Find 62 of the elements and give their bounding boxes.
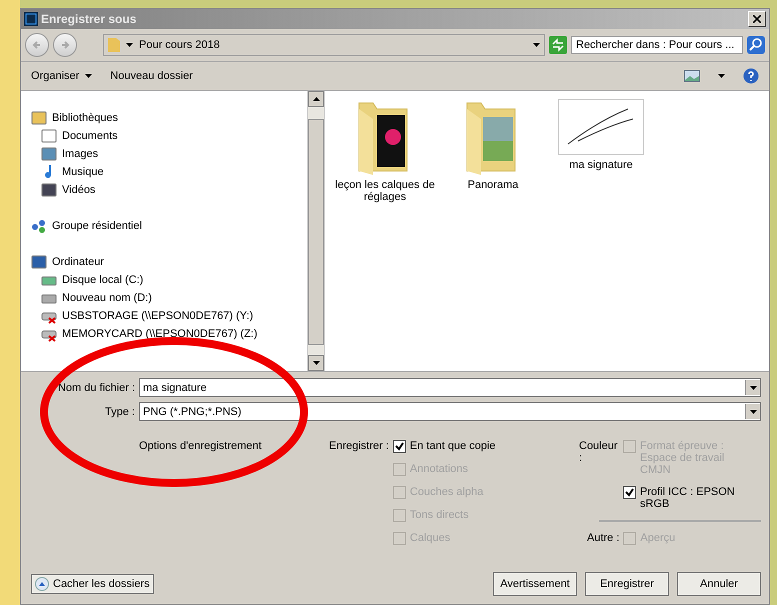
caret-icon <box>126 43 133 47</box>
up-arrow-icon <box>312 97 320 101</box>
picture-icon <box>41 146 57 162</box>
close-button[interactable] <box>748 11 766 27</box>
sidebar-item[interactable]: USBSTORAGE (\\EPSON0DE767) (Y:) <box>31 307 307 325</box>
dialog-button[interactable]: Enregistrer <box>585 572 669 596</box>
network-icon <box>31 218 47 234</box>
library-icon <box>31 110 47 126</box>
close-icon <box>753 15 761 23</box>
right-arrow-icon <box>60 40 70 50</box>
sidebar-item[interactable]: Nouveau nom (D:) <box>31 289 307 307</box>
view-icon[interactable] <box>684 70 700 82</box>
checkbox-label: Profil ICC : EPSON sRGB <box>640 486 736 510</box>
field-label: Nom du fichier : <box>56 382 135 394</box>
file-item[interactable]: Panorama <box>443 99 543 191</box>
refresh-icon[interactable] <box>549 36 567 54</box>
sidebar-item[interactable]: MEMORYCARD (\\EPSON0DE767) (Z:) <box>31 325 307 343</box>
file-item[interactable]: ma signature <box>551 99 651 171</box>
dropdown-icon <box>718 74 725 78</box>
type-dropdown[interactable]: PNG (*.PNG;*.PNS) <box>139 402 761 421</box>
field-label: Type : <box>104 406 135 418</box>
section-title: Options d'enregistrement <box>138 440 263 454</box>
sidebar-item[interactable]: Bibliothèques <box>31 109 307 127</box>
sidebar-item[interactable]: Groupe résidentiel <box>31 217 307 235</box>
dialog-button[interactable]: Annuler <box>677 572 761 596</box>
forward-button[interactable] <box>53 33 77 57</box>
sidebar-item[interactable]: Disque local (C:) <box>31 271 307 289</box>
group-label: Couleur : <box>579 440 619 464</box>
back-button[interactable] <box>25 33 49 57</box>
folder-icon <box>108 38 120 52</box>
sidebar-item[interactable]: Musique <box>31 163 307 181</box>
filename-field[interactable]: ma signature <box>139 378 761 397</box>
computer-icon <box>31 254 47 270</box>
search-icon[interactable] <box>747 36 765 54</box>
sidebar-item[interactable]: Images <box>31 145 307 163</box>
caret-icon <box>750 410 756 414</box>
caret-icon <box>533 43 540 47</box>
toolbar-button[interactable]: Nouveau dossier <box>110 70 193 82</box>
hide-folders-button[interactable]: Cacher les dossiers <box>31 574 154 594</box>
down-arrow-icon <box>312 361 320 365</box>
caret-icon <box>750 386 756 390</box>
address-field[interactable]: Pour cours 2018 <box>103 34 545 56</box>
checkbox[interactable] <box>392 440 406 453</box>
group-label: Enregistrer : <box>329 440 389 452</box>
window-title: Enregistrer sous <box>41 12 138 26</box>
film-icon <box>41 182 57 198</box>
document-icon <box>41 128 57 144</box>
help-icon[interactable] <box>743 68 759 84</box>
scrollbar[interactable] <box>307 91 324 371</box>
search-field[interactable]: Rechercher dans : Pour cours ... <box>571 36 743 54</box>
caret-icon <box>85 74 92 78</box>
file-item[interactable]: leçon les calques de réglages <box>335 99 435 203</box>
group-label: Autre : <box>587 532 620 544</box>
left-arrow-icon <box>32 40 42 50</box>
checkbox[interactable] <box>623 486 636 499</box>
sidebar-item[interactable]: Documents <box>31 127 307 145</box>
app-icon <box>24 12 38 26</box>
toolbar-button[interactable]: Organiser <box>31 70 92 82</box>
checkbox-label: En tant que copie <box>410 440 496 452</box>
sidebar-item[interactable]: Vidéos <box>31 181 307 199</box>
sidebar-item[interactable]: Ordinateur <box>31 253 307 271</box>
dialog-button[interactable]: Avertissement <box>493 572 577 596</box>
